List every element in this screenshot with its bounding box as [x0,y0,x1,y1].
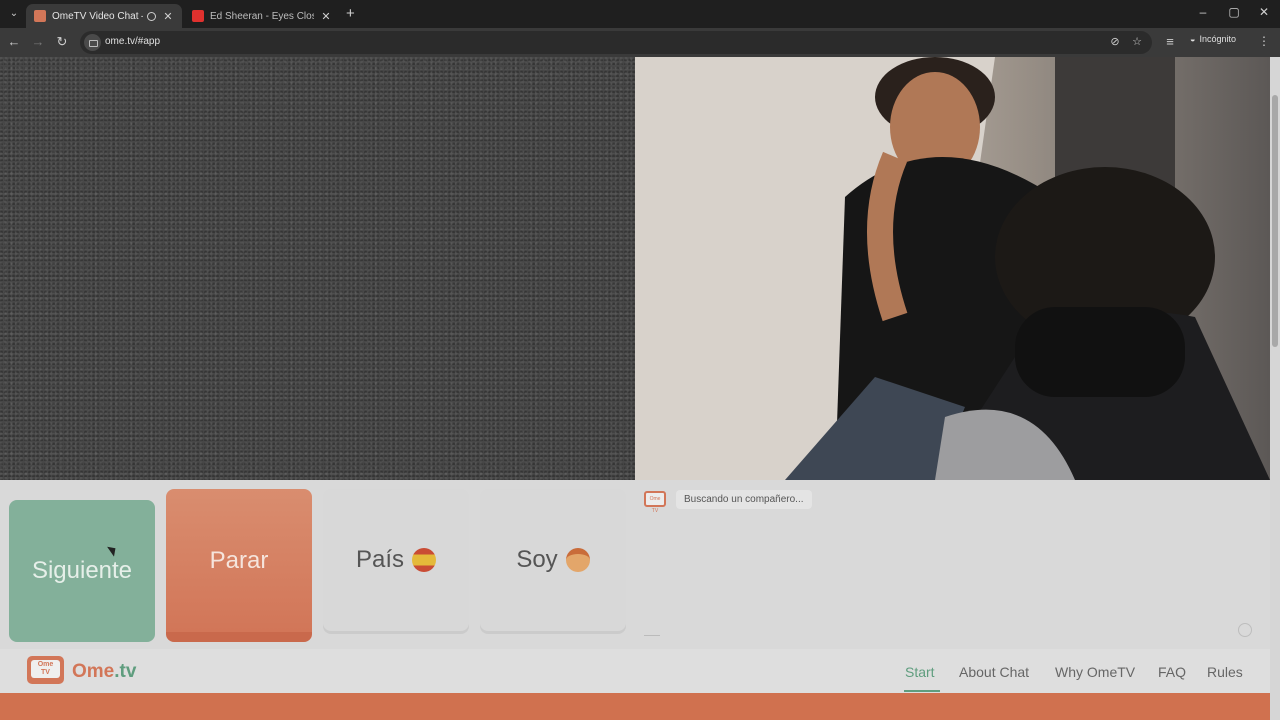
camera-scene [635,57,1270,480]
close-icon[interactable]: ✕ [320,10,332,23]
browser-toolbar: ← → ↻ ome.tv/#app ⊘ ☆ ≡ ◒ Incógnito ⋮ [0,28,1280,57]
tab-youtube[interactable]: Ed Sheeran - Eyes Closed [Offic ✕ [184,4,340,28]
bottom-banner [0,693,1270,720]
close-icon[interactable]: ✕ [162,10,174,23]
ometv-chat-logo-icon: Ome TV [644,491,666,514]
emoji-icon[interactable] [1238,623,1252,637]
flag-icon [412,548,437,572]
brand-tld: .tv [114,661,137,682]
tab-search-icon[interactable]: ⌄ [6,6,22,22]
tab-title: Ed Sheeran - Eyes Closed [Offic [210,10,314,22]
window-close-icon[interactable]: ✕ [1257,5,1271,19]
reading-list-icon[interactable]: ≡ [1162,34,1178,50]
reload-icon[interactable]: ↻ [54,34,70,50]
gender-button[interactable]: Soy [480,489,626,631]
site-header-nav: Ome TV Ome.tv Start About Chat Why OmeTV… [0,649,1270,693]
chat-panel[interactable]: Ome TV Buscando un compañero... [636,485,1262,642]
eye-off-icon[interactable]: ⊘ [1108,35,1122,49]
chat-input[interactable] [644,635,660,636]
brand-logo-text[interactable]: Ome.tv [72,661,136,683]
url-text[interactable]: ome.tv/#app [105,36,160,47]
stranger-video-static [0,57,635,480]
country-button[interactable]: País [323,489,469,631]
youtube-favicon-icon [192,10,204,22]
nav-faq[interactable]: FAQ [1158,664,1186,680]
address-bar[interactable]: ome.tv/#app ⊘ ☆ [80,31,1152,54]
star-icon[interactable]: ☆ [1130,35,1144,49]
minimize-icon[interactable]: – [1196,5,1210,19]
page-scrollbar[interactable] [1270,57,1280,720]
tab-ometv[interactable]: OmeTV Video Chat — Ome ✕ [26,4,182,28]
country-button-label: País [355,546,405,573]
forward-icon[interactable]: → [30,34,46,50]
next-button[interactable]: Siguiente [9,500,155,642]
incognito-label: Incógnito [1199,34,1236,44]
nav-why-ometv[interactable]: Why OmeTV [1055,664,1135,680]
more-icon[interactable]: ⋮ [1258,34,1270,48]
headphones [1015,307,1185,397]
self-camera-video [635,57,1270,480]
ometv-page: Siguiente Parar País Soy Ome TV Buscando… [0,57,1280,720]
stop-button[interactable]: Parar [166,489,312,642]
restore-icon[interactable]: ▢ [1227,5,1241,19]
browser-tab-strip: ⌄ OmeTV Video Chat — Ome ✕ Ed Sheeran - … [0,0,1280,28]
tab-title: OmeTV Video Chat — Ome [52,10,143,22]
nav-about-chat[interactable]: About Chat [959,664,1029,680]
stop-button-label: Parar [209,546,269,574]
chat-status-message: Buscando un compañero... [676,490,812,509]
face-icon [565,548,590,572]
record-icon [147,11,156,21]
incognito-icon: ◒ [1190,34,1196,44]
gender-button-label: Soy [516,546,558,573]
incognito-indicator[interactable]: ◒ Incógnito [1190,34,1236,44]
back-icon[interactable]: ← [6,34,22,50]
ometv-favicon-icon [34,10,46,22]
brand-name: Ome [72,661,115,682]
next-button-label: Siguiente [31,557,133,584]
plus-icon[interactable]: + [346,5,355,22]
scrollbar-thumb[interactable] [1272,95,1278,347]
nav-rules[interactable]: Rules [1207,664,1243,680]
logo-bottom-text: TV [41,669,50,676]
person-arm [867,151,908,322]
ometv-logo-icon[interactable]: Ome TV [27,656,64,684]
site-info-icon[interactable] [84,34,101,51]
nav-start[interactable]: Start [905,664,935,680]
logo-top-text: Ome [37,661,54,668]
active-nav-underline [904,690,940,692]
